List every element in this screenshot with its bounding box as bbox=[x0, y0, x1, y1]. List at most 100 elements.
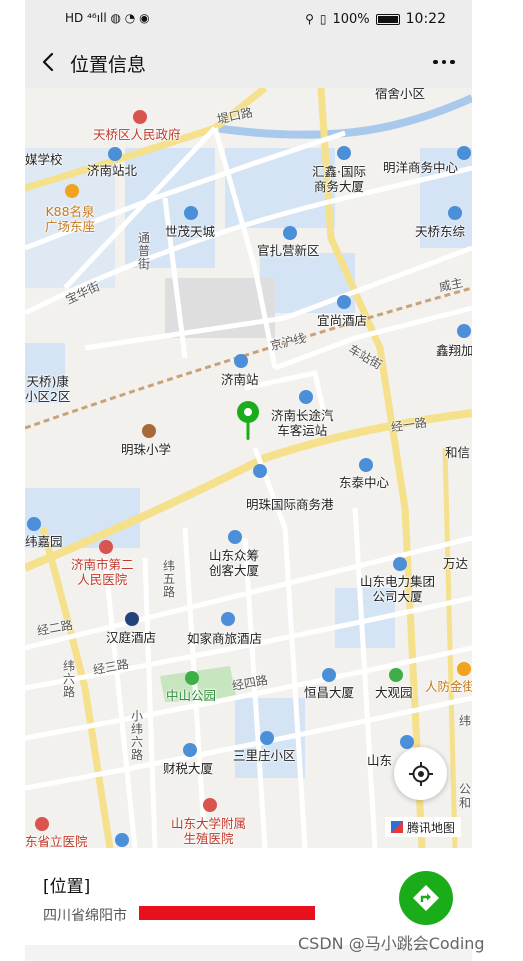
road-label: 小 纬 六 路 bbox=[131, 709, 144, 762]
recenter-button[interactable] bbox=[394, 747, 447, 800]
back-button[interactable] bbox=[35, 48, 63, 76]
redaction-bar bbox=[139, 906, 315, 920]
school-poi-icon bbox=[142, 424, 156, 438]
map-label: 明洋商务中心 bbox=[383, 160, 459, 175]
map-label: 世茂天城 bbox=[165, 224, 216, 239]
battery-icon bbox=[375, 13, 400, 25]
map-label: 山东大学附属 生殖医院 bbox=[171, 816, 247, 846]
map-label: 万达 bbox=[443, 556, 469, 571]
mall-poi-icon bbox=[65, 184, 79, 198]
building-poi-icon bbox=[115, 833, 129, 847]
chevron-left-icon bbox=[42, 52, 54, 72]
map-provider-logo: 腾讯地图 bbox=[385, 817, 462, 837]
map-label: 天桥东综 bbox=[415, 224, 466, 239]
location-pin-icon bbox=[237, 401, 259, 440]
building-poi-icon bbox=[322, 668, 336, 682]
map-label: 东泰中心 bbox=[339, 475, 390, 490]
building-poi-icon bbox=[183, 743, 197, 757]
road-label: 纬 五 路 bbox=[163, 559, 176, 599]
navigation-icon bbox=[413, 885, 439, 911]
map-label: 宿舍小区 bbox=[375, 88, 426, 101]
map-label: 济南市第二 人民医院 bbox=[71, 557, 134, 587]
building-poi-icon bbox=[457, 324, 471, 338]
map-label: 和信 bbox=[445, 445, 471, 460]
page-title: 位置信息 bbox=[70, 54, 147, 76]
map-label: 汉庭酒店 bbox=[106, 630, 157, 645]
tencent-map-logo-icon bbox=[391, 821, 403, 833]
map-label: 纬嘉园 bbox=[25, 534, 63, 549]
residential-poi-icon bbox=[260, 731, 274, 745]
more-button[interactable] bbox=[430, 50, 458, 74]
residential-poi-icon bbox=[27, 517, 41, 531]
watermark: CSDN @马小跳会Coding bbox=[298, 934, 485, 953]
road-label: 纬 六 路 bbox=[63, 659, 76, 699]
building-poi-icon bbox=[393, 557, 407, 571]
more-dot-icon bbox=[441, 59, 447, 65]
vibrate-icon: ▯ bbox=[319, 12, 327, 26]
map-label: 济南站北 bbox=[87, 163, 138, 178]
hospital-poi-icon bbox=[203, 798, 217, 812]
map-label: 济南站 bbox=[221, 372, 259, 387]
more-dot-icon bbox=[433, 59, 438, 65]
station-poi-icon bbox=[234, 354, 248, 368]
building-poi-icon bbox=[457, 146, 471, 160]
map-label: 中山公园 bbox=[166, 688, 217, 703]
map-base bbox=[25, 88, 472, 848]
map-label: 山东众筹 创客大厦 bbox=[209, 548, 260, 578]
map-label: 明珠小学 bbox=[121, 442, 172, 457]
status-bar: HD ⁴⁶ıll ◍ ◔ ◉ ⚲ ▯ 100% 10:22 bbox=[25, 0, 472, 38]
map-label: 官扎营新区 bbox=[257, 243, 320, 258]
hospital-poi-icon bbox=[35, 817, 49, 831]
map-label: 如家商旅酒店 bbox=[187, 631, 263, 646]
place-address: 四川省绵阳市 bbox=[43, 908, 127, 924]
map-label: 山东电力集团 公司大厦 bbox=[360, 574, 436, 604]
map-view[interactable]: 宿舍小区 天桥区人民政府 堤口路 媒学校 济南站北 汇鑫·国际 商务大厦 明洋商… bbox=[25, 88, 472, 848]
map-label: 恒昌大厦 bbox=[304, 685, 355, 700]
map-label: 三里庄小区 bbox=[233, 748, 296, 763]
map-label: 媒学校 bbox=[25, 152, 63, 167]
signal-wifi-icons: HD ⁴⁶ıll ◍ ◔ ◉ bbox=[65, 11, 150, 25]
hotel-poi-icon bbox=[337, 295, 351, 309]
attraction-poi-icon bbox=[389, 668, 403, 682]
building-poi-icon bbox=[228, 530, 242, 544]
status-right: ⚲ ▯ 100% 10:22 bbox=[305, 11, 446, 27]
crosshair-icon bbox=[408, 761, 433, 786]
map-label: 汇鑫·国际 商务大厦 bbox=[312, 164, 366, 194]
hospital-poi-icon bbox=[99, 540, 113, 554]
building-poi-icon bbox=[184, 206, 198, 220]
map-label: 鑫翔加 bbox=[436, 343, 472, 358]
gov-poi-icon bbox=[133, 110, 147, 124]
map-label: 天桥区人民政府 bbox=[93, 127, 181, 142]
map-label: K88名泉 广场东座 bbox=[45, 204, 96, 234]
map-label: 财税大厦 bbox=[163, 761, 214, 776]
place-name: [位置] bbox=[43, 877, 91, 897]
map-label: 大观园 bbox=[375, 685, 413, 700]
building-poi-icon bbox=[253, 464, 267, 478]
building-poi-icon bbox=[337, 146, 351, 160]
map-label: 天桥)康 小区2区 bbox=[25, 374, 71, 404]
clock: 10:22 bbox=[405, 11, 446, 27]
nav-bar: 位置信息 bbox=[25, 38, 472, 88]
more-dot-icon bbox=[450, 59, 455, 65]
building-poi-icon bbox=[400, 735, 414, 749]
map-label: 宜尚酒店 bbox=[317, 313, 368, 328]
map-label: 东省立医院 bbox=[25, 834, 88, 848]
map-provider-name: 腾讯地图 bbox=[407, 820, 456, 835]
hotel-poi-icon bbox=[125, 612, 139, 626]
map-label: 济南长途汽 车客运站 bbox=[271, 408, 334, 438]
subway-poi-icon bbox=[108, 147, 122, 161]
battery-percent: 100% bbox=[332, 11, 370, 27]
bus-poi-icon bbox=[299, 390, 313, 404]
park-poi-icon bbox=[185, 671, 199, 685]
phone-screen: HD ⁴⁶ıll ◍ ◔ ◉ ⚲ ▯ 100% 10:22 位置信息 宿舍小区 … bbox=[25, 0, 472, 961]
map-label: 明珠国际商务港 bbox=[246, 497, 334, 512]
status-indicators: HD ⁴⁶ıll ◍ ◔ ◉ bbox=[65, 11, 150, 25]
road-label: 纬 bbox=[459, 714, 472, 728]
map-label: 人防金街 bbox=[425, 679, 472, 694]
building-poi-icon bbox=[448, 206, 462, 220]
building-poi-icon bbox=[359, 458, 373, 472]
location-icon: ⚲ bbox=[305, 12, 314, 26]
shopping-poi-icon bbox=[457, 662, 471, 676]
hotel-poi-icon bbox=[221, 612, 235, 626]
navigate-button[interactable] bbox=[399, 871, 453, 925]
